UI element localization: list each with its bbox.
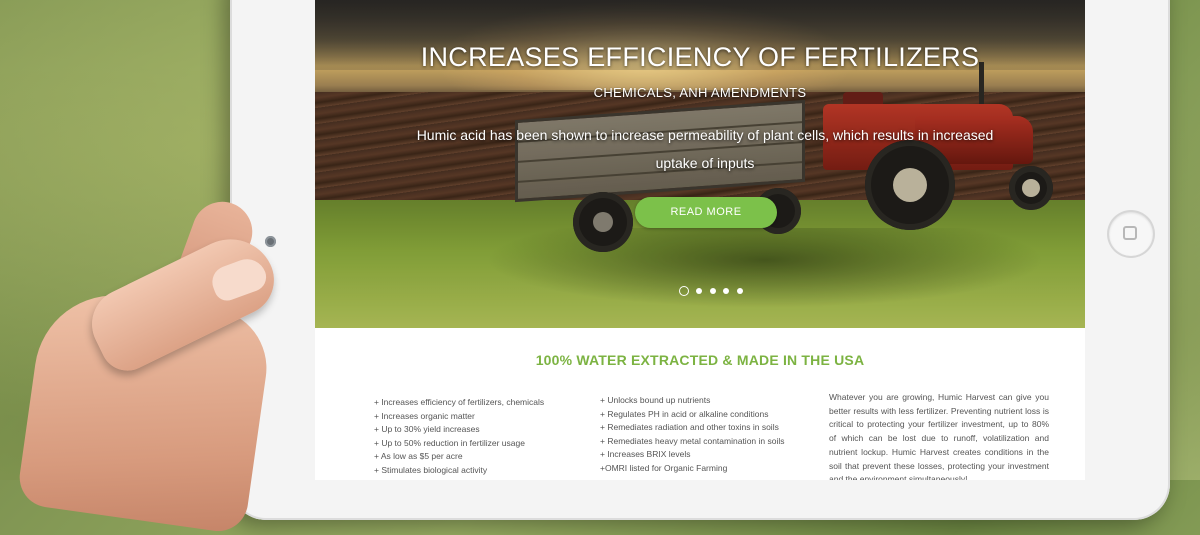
content-section: 100% WATER EXTRACTED & MADE IN THE USA +… — [315, 328, 1085, 480]
section-headline: 100% WATER EXTRACTED & MADE IN THE USA — [535, 352, 865, 368]
benefits-list-right: + Unlocks bound up nutrients + Regulates… — [600, 394, 785, 476]
list-item: + Increases BRIX levels — [600, 449, 691, 460]
list-item: + As low as $5 per acre — [374, 451, 463, 462]
hero-title: INCREASES EFFICIENCY OF FERTILIZERS — [420, 42, 980, 72]
hero-description: Humic acid has been shown to increase pe… — [416, 127, 994, 171]
slider-dot[interactable] — [696, 287, 703, 294]
list-item: + Up to 50% reduction in fertilizer usag… — [374, 437, 525, 448]
list-item: + Up to 30% yield increases — [374, 424, 480, 435]
tablet-screen: INCREASES EFFICIENCY OF FERTILIZERS CHEM… — [315, 0, 1085, 480]
slider-dot[interactable] — [723, 287, 730, 294]
list-item: + Unlocks bound up nutrients — [600, 395, 711, 405]
camera-icon — [265, 236, 276, 247]
hero-subtitle: CHEMICALS, ANH AMENDMENTS — [593, 85, 807, 100]
list-item: + Stimulates biological activity — [374, 464, 488, 475]
slider-dot[interactable] — [709, 287, 716, 294]
benefits-list-left: + Increases efficiency of fertilizers, c… — [374, 396, 544, 478]
read-more-button[interactable]: READ MORE — [635, 197, 777, 228]
list-item: + Regulates PH in acid or alkaline condi… — [600, 408, 769, 419]
home-square-icon — [1123, 226, 1137, 240]
slider-dot[interactable] — [679, 285, 689, 296]
list-item: + Increases organic matter — [374, 410, 475, 421]
slider-dots — [679, 282, 746, 296]
slider-dot[interactable] — [736, 287, 743, 294]
list-item: + Remediates heavy metal contamination i… — [600, 435, 785, 446]
list-item: + Remediates radiation and other toxins … — [600, 422, 779, 433]
list-item: +OMRI listed for Organic Farming — [600, 462, 728, 473]
intro-paragraph: Whatever you are growing, Humic Harvest … — [829, 392, 1049, 480]
hero-slider: INCREASES EFFICIENCY OF FERTILIZERS CHEM… — [315, 0, 1085, 328]
list-item: + Increases efficiency of fertilizers, c… — [374, 397, 545, 407]
